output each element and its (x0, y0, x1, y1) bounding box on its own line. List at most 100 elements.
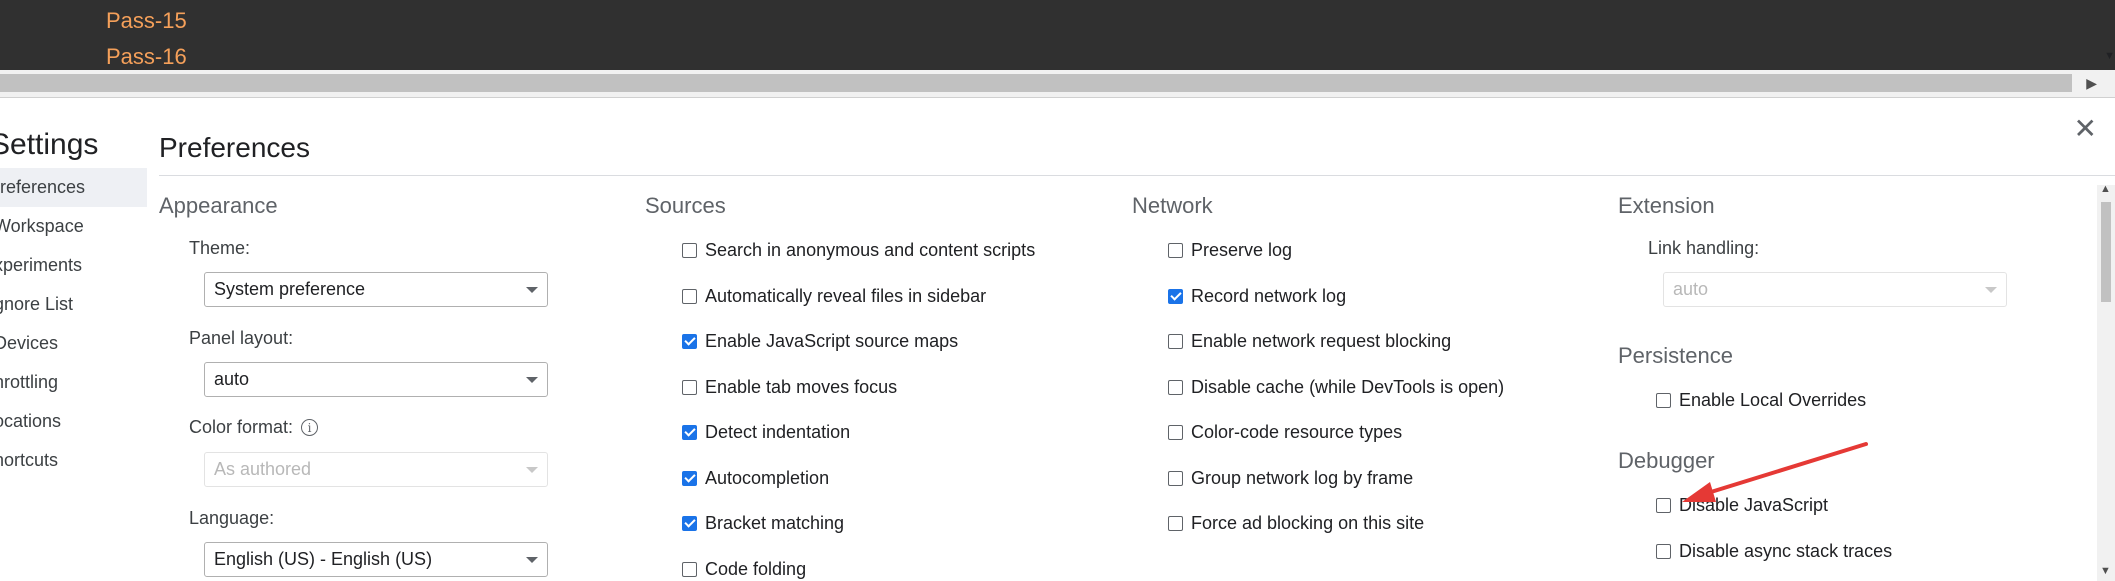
checkbox-code-folding[interactable]: Code folding (682, 559, 806, 580)
checkbox-unchecked-icon[interactable] (1168, 334, 1183, 349)
console-line: Pass-16 (106, 44, 187, 69)
panel-layout-label: Panel layout: (189, 328, 293, 349)
checkbox-checked-icon[interactable] (682, 470, 697, 486)
checkbox-label: Code folding (705, 558, 807, 579)
scroll-up-arrow-icon[interactable]: ▲ (2100, 183, 2111, 195)
divider (159, 175, 2115, 176)
checkbox-label: Group network log by frame (1191, 467, 1414, 488)
link-handling-label: Link handling: (1648, 238, 1759, 259)
annotation-arrow-icon (1682, 442, 1868, 502)
nav-item-locations[interactable]: ocations (0, 402, 147, 441)
checkbox-enable-javascript-source-maps[interactable]: Enable JavaScript source maps (682, 331, 958, 352)
checkbox-label: Enable tab moves focus (705, 376, 898, 397)
checkbox-label: Detect indentation (705, 422, 851, 442)
checkbox-label: Automatically reveal files in sidebar (705, 285, 987, 306)
checkbox-unchecked-icon[interactable] (1656, 543, 1671, 559)
theme-label: Theme: (189, 238, 250, 259)
chevron-down-icon (526, 377, 538, 383)
link-handling-label-text: Link handling: (1648, 238, 1760, 258)
page-title: Preferences (159, 132, 310, 163)
panel-layout-select-value: auto (214, 369, 250, 389)
checkbox-label: Force ad blocking on this site (1191, 513, 1425, 533)
nav-item-devices[interactable]: Devices (0, 324, 147, 363)
checkbox-autocompletion[interactable]: Autocompletion (682, 468, 829, 489)
checkbox-disable-async-stack-traces[interactable]: Disable async stack traces (1656, 541, 1892, 562)
checkbox-label: Preserve log (1191, 240, 1293, 260)
checkbox-unchecked-icon[interactable] (1168, 243, 1183, 258)
vertical-scrollbar[interactable]: ▲ ▼ (2097, 183, 2115, 581)
checkbox-unchecked-icon[interactable] (682, 379, 697, 395)
checkbox-label: Disable cache (while DevTools is open) (1191, 376, 1505, 397)
checkbox-force-ad-blocking-on-this-site[interactable]: Force ad blocking on this site (1168, 513, 1424, 534)
color-format-label-text: Color format: (189, 417, 294, 437)
checkbox-checked-icon[interactable] (682, 425, 697, 440)
theme-label-text: Theme: (189, 238, 251, 258)
checkbox-label: Record network log (1191, 285, 1347, 306)
nav-item-throttling[interactable]: hrottling (0, 363, 147, 402)
horizontal-scrollbar[interactable]: ▶ (0, 70, 2115, 98)
language-label: Language: (189, 508, 274, 529)
nav-item-shortcuts[interactable]: hortcuts (0, 441, 147, 480)
checkbox-unchecked-icon[interactable] (682, 243, 697, 258)
console-line: Pass-15 (106, 8, 187, 33)
checkbox-checked-icon[interactable] (682, 334, 697, 349)
theme-select-value: System preference (214, 279, 366, 299)
scrollbar-thumb[interactable] (2101, 202, 2111, 302)
section-title-persistence: Persistence (1618, 343, 1733, 368)
panel-layout-label-text: Panel layout: (189, 328, 294, 348)
checkbox-automatically-reveal-files-in-sidebar[interactable]: Automatically reveal files in sidebar (682, 286, 986, 307)
panel-layout-select[interactable]: auto (204, 362, 548, 397)
color-format-select: As authored (204, 452, 548, 487)
color-format-label: Color format: i (189, 417, 319, 438)
checkbox-label: Disable async stack traces (1679, 540, 1893, 561)
info-icon[interactable]: i (301, 419, 319, 436)
scroll-right-arrow-icon[interactable]: ▶ (2086, 75, 2097, 92)
chevron-down-icon (526, 287, 538, 293)
checkbox-unchecked-icon[interactable] (1168, 470, 1183, 486)
scroll-down-arrow-icon[interactable]: ▼ (2104, 50, 2115, 62)
checkbox-record-network-log[interactable]: Record network log (1168, 286, 1346, 307)
checkbox-detect-indentation[interactable]: Detect indentation (682, 422, 850, 443)
checkbox-enable-local-overrides[interactable]: Enable Local Overrides (1656, 390, 1866, 411)
checkbox-group-network-log-by-frame[interactable]: Group network log by frame (1168, 468, 1413, 489)
link-handling-select: auto (1663, 272, 2007, 307)
language-select[interactable]: English (US) - English (US) (204, 542, 548, 577)
language-label-text: Language: (189, 508, 275, 528)
checkbox-unchecked-icon[interactable] (682, 561, 697, 577)
checkbox-unchecked-icon[interactable] (1168, 379, 1183, 395)
nav-item-ignore-list[interactable]: gnore List (0, 285, 147, 324)
checkbox-label: Search in anonymous and content scripts (705, 240, 1036, 260)
checkbox-unchecked-icon[interactable] (682, 288, 697, 304)
language-select-value: English (US) - English (US) (214, 549, 433, 569)
link-handling-select-value: auto (1673, 279, 1709, 299)
checkbox-search-in-anonymous-and-content-scripts[interactable]: Search in anonymous and content scripts (682, 240, 1035, 261)
checkbox-label: Enable network request blocking (1191, 331, 1452, 351)
checkbox-disable-cache-while-devtools-is-open[interactable]: Disable cache (while DevTools is open) (1168, 377, 1504, 398)
checkbox-checked-icon[interactable] (682, 516, 697, 531)
checkbox-unchecked-icon[interactable] (1168, 425, 1183, 440)
nav-item-preferences[interactable]: references (0, 168, 147, 207)
checkbox-unchecked-icon[interactable] (1656, 498, 1671, 513)
nav-item-experiments[interactable]: xperiments (0, 246, 147, 285)
checkbox-enable-tab-moves-focus[interactable]: Enable tab moves focus (682, 377, 897, 398)
settings-title: Settings (0, 128, 99, 161)
checkbox-unchecked-icon[interactable] (1168, 516, 1183, 531)
chevron-down-icon (1985, 287, 1997, 293)
checkbox-label: Autocompletion (705, 467, 830, 488)
checkbox-unchecked-icon[interactable] (1656, 393, 1671, 408)
checkbox-label: Color-code resource types (1191, 422, 1403, 442)
section-title-network: Network (1132, 193, 1213, 218)
scroll-down-arrow-icon[interactable]: ▼ (2100, 565, 2111, 577)
checkbox-bracket-matching[interactable]: Bracket matching (682, 513, 844, 534)
theme-select[interactable]: System preference (204, 272, 548, 307)
settings-nav: references Workspace xperiments gnore Li… (0, 168, 147, 480)
checkbox-color-code-resource-types[interactable]: Color-code resource types (1168, 422, 1402, 443)
checkbox-enable-network-request-blocking[interactable]: Enable network request blocking (1168, 331, 1451, 352)
close-icon[interactable]: ✕ (2074, 112, 2097, 145)
checkbox-preserve-log[interactable]: Preserve log (1168, 240, 1292, 261)
nav-item-workspace[interactable]: Workspace (0, 207, 147, 246)
section-title-extension: Extension (1618, 193, 1715, 218)
section-title-sources: Sources (645, 193, 726, 218)
checkbox-checked-icon[interactable] (1168, 288, 1183, 304)
scrollbar-thumb[interactable] (0, 74, 2072, 92)
